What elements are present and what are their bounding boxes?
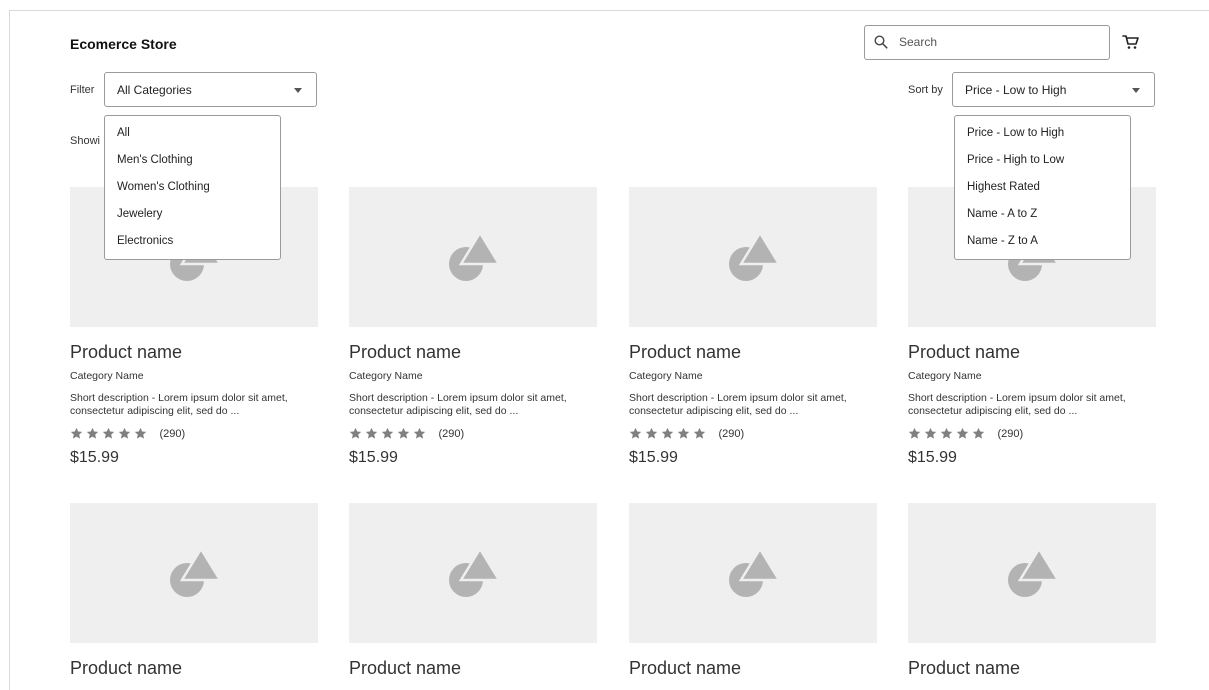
category-option-all[interactable]: All: [105, 120, 280, 147]
star-icon: [381, 428, 394, 439]
sort-select[interactable]: Price - Low to High: [952, 72, 1155, 107]
star-icon: [86, 428, 99, 439]
review-count: (290): [997, 427, 1024, 440]
sort-selected-value: Price - Low to High: [965, 83, 1067, 97]
product-description: Short description - Lorem ipsum dolor si…: [70, 392, 288, 417]
star-icon: [102, 428, 115, 439]
star-icon: [940, 428, 953, 439]
product-category: Category Name: [629, 370, 703, 382]
results-count-text: Showi: [70, 135, 100, 147]
product-image[interactable]: [629, 187, 877, 327]
review-count: (290): [159, 427, 186, 440]
product-rating: (290): [349, 425, 465, 440]
product-category: Category Name: [908, 370, 982, 382]
star-icon: [349, 428, 362, 439]
search-icon: [874, 35, 888, 49]
image-placeholder-icon: [729, 233, 781, 281]
category-option-mens-clothing[interactable]: Men's Clothing: [105, 147, 280, 174]
product-name[interactable]: Product name: [349, 342, 461, 363]
product-price: $15.99: [629, 449, 678, 466]
star-icon: [693, 428, 706, 439]
star-icon: [134, 428, 147, 439]
star-icon: [629, 428, 642, 439]
category-option-electronics[interactable]: Electronics: [105, 228, 280, 255]
star-icon: [924, 428, 937, 439]
sort-option-price-high-low[interactable]: Price - High to Low: [955, 147, 1130, 174]
product-image[interactable]: [349, 187, 597, 327]
category-filter-select[interactable]: All Categories: [104, 72, 317, 107]
product-name[interactable]: Product name: [629, 658, 741, 679]
search-input[interactable]: [899, 32, 1099, 52]
product-category: Category Name: [70, 370, 144, 382]
product-name[interactable]: Product name: [908, 342, 1020, 363]
store-title: Ecomerce Store: [70, 36, 177, 52]
image-placeholder-icon: [1008, 549, 1060, 597]
product-description: Short description - Lorem ipsum dolor si…: [908, 392, 1126, 417]
image-placeholder-icon: [170, 549, 222, 597]
star-icon: [70, 428, 83, 439]
product-rating: (290): [908, 425, 1024, 440]
image-placeholder-icon: [449, 549, 501, 597]
image-placeholder-icon: [729, 549, 781, 597]
star-icon: [972, 428, 985, 439]
star-icon: [908, 428, 921, 439]
product-image[interactable]: [349, 503, 597, 643]
sort-option-name-a-z[interactable]: Name - A to Z: [955, 201, 1130, 228]
cart-icon[interactable]: [1122, 34, 1140, 50]
product-image[interactable]: [908, 503, 1156, 643]
product-name[interactable]: Product name: [349, 658, 461, 679]
sort-option-highest-rated[interactable]: Highest Rated: [955, 174, 1130, 201]
review-count: (290): [438, 427, 465, 440]
star-icon: [661, 428, 674, 439]
category-option-jewelery[interactable]: Jewelery: [105, 201, 280, 228]
product-name[interactable]: Product name: [629, 342, 741, 363]
product-description: Short description - Lorem ipsum dolor si…: [629, 392, 847, 417]
product-price: $15.99: [908, 449, 957, 466]
product-price: $15.99: [349, 449, 398, 466]
star-icon: [956, 428, 969, 439]
star-icon: [645, 428, 658, 439]
caret-down-icon: [294, 88, 302, 93]
image-placeholder-icon: [449, 233, 501, 281]
star-icon: [413, 428, 426, 439]
category-option-womens-clothing[interactable]: Women's Clothing: [105, 174, 280, 201]
caret-down-icon: [1132, 88, 1140, 93]
star-icon: [365, 428, 378, 439]
category-dropdown-menu: All Men's Clothing Women's Clothing Jewe…: [104, 115, 281, 260]
sort-option-price-low-high[interactable]: Price - Low to High: [955, 120, 1130, 147]
star-icon: [397, 428, 410, 439]
star-icon: [118, 428, 131, 439]
product-name[interactable]: Product name: [70, 658, 182, 679]
sort-option-name-z-a[interactable]: Name - Z to A: [955, 228, 1130, 255]
product-price: $15.99: [70, 449, 119, 466]
product-name[interactable]: Product name: [70, 342, 182, 363]
sort-dropdown-menu: Price - Low to High Price - High to Low …: [954, 115, 1131, 260]
product-image[interactable]: [70, 503, 318, 643]
product-category: Category Name: [349, 370, 423, 382]
product-rating: (290): [70, 425, 186, 440]
product-name[interactable]: Product name: [908, 658, 1020, 679]
sort-label: Sort by: [908, 84, 943, 96]
filter-selected-value: All Categories: [117, 83, 192, 97]
filter-label: Filter: [70, 84, 95, 96]
product-image[interactable]: [629, 503, 877, 643]
search-box[interactable]: [864, 25, 1110, 60]
star-icon: [677, 428, 690, 439]
product-rating: (290): [629, 425, 745, 440]
review-count: (290): [718, 427, 745, 440]
product-description: Short description - Lorem ipsum dolor si…: [349, 392, 567, 417]
